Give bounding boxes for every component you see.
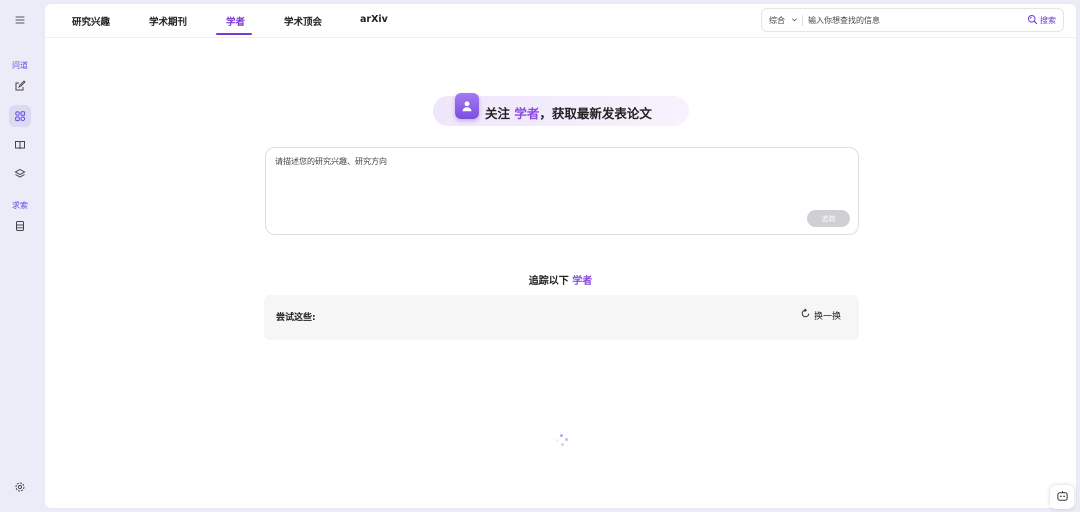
menu-toggle-button[interactable] xyxy=(9,9,31,31)
sidebar-item-database[interactable] xyxy=(9,215,31,237)
search-category-select[interactable]: 综合 xyxy=(769,15,798,26)
layers-icon xyxy=(14,165,26,184)
hero-title-suffix: ，获取最新发表论文 xyxy=(539,106,652,121)
refresh-button[interactable]: 换一换 xyxy=(800,308,841,322)
search-button[interactable]: 搜索 xyxy=(1027,14,1056,27)
tab-research-interest[interactable]: 研究兴趣 xyxy=(72,14,110,28)
edit-icon xyxy=(14,77,26,96)
suggestions-label: 尝试这些: xyxy=(276,313,316,323)
sidebar-item-book[interactable] xyxy=(9,134,31,156)
tab-journals[interactable]: 学术期刊 xyxy=(149,14,187,28)
robot-icon xyxy=(1056,488,1069,507)
settings-button[interactable] xyxy=(9,476,31,498)
menu-icon xyxy=(14,11,26,30)
follow-title: 追踪以下 学者 xyxy=(45,272,1076,287)
tab-scholars[interactable]: 学者 xyxy=(226,14,245,28)
sidebar-section-wendao: 问道 xyxy=(12,61,28,70)
search-icon xyxy=(1027,14,1038,27)
active-tab-indicator xyxy=(216,33,252,35)
gear-icon xyxy=(14,478,26,497)
sidebar-item-edit[interactable] xyxy=(9,75,31,97)
book-icon xyxy=(14,136,26,155)
hero-title-prefix: 关注 xyxy=(485,106,515,121)
top-nav: 研究兴趣 学术期刊 学者 学术顶会 arXiv 综合 搜索 xyxy=(45,4,1076,38)
sidebar-section-qiusuo: 求索 xyxy=(12,201,28,210)
tab-arxiv[interactable]: arXiv xyxy=(360,14,388,25)
search-bar: 综合 搜索 xyxy=(761,8,1064,32)
hero-title: 关注 学者，获取最新发表论文 xyxy=(485,103,652,122)
main-panel: 研究兴趣 学术期刊 学者 学术顶会 arXiv 综合 搜索 xyxy=(45,4,1076,508)
interest-input-box: 追踪 xyxy=(265,147,859,235)
apps-icon xyxy=(14,107,26,126)
sidebar-item-layers[interactable] xyxy=(9,163,31,185)
database-icon xyxy=(14,217,26,236)
user-icon xyxy=(455,93,479,119)
assistant-float-button[interactable] xyxy=(1050,485,1074,509)
loading-spinner xyxy=(555,434,569,448)
track-button[interactable]: 追踪 xyxy=(807,210,850,227)
suggestions-panel: 尝试这些: 换一换 xyxy=(264,295,859,340)
refresh-icon xyxy=(800,308,811,322)
search-category-value: 综合 xyxy=(769,16,785,25)
sidebar: 问道 求索 xyxy=(0,0,40,512)
sidebar-item-apps[interactable] xyxy=(9,105,31,127)
follow-title-prefix: 追踪以下 xyxy=(528,276,573,287)
search-button-label: 搜索 xyxy=(1040,16,1056,25)
divider xyxy=(802,15,803,26)
follow-title-highlight: 学者 xyxy=(572,276,593,287)
tab-conferences[interactable]: 学术顶会 xyxy=(284,14,322,28)
search-input[interactable] xyxy=(808,14,1008,27)
chevron-down-icon xyxy=(791,16,798,25)
refresh-label: 换一换 xyxy=(814,311,842,322)
interest-textarea[interactable] xyxy=(275,156,845,206)
hero-title-highlight: 学者 xyxy=(514,106,540,121)
